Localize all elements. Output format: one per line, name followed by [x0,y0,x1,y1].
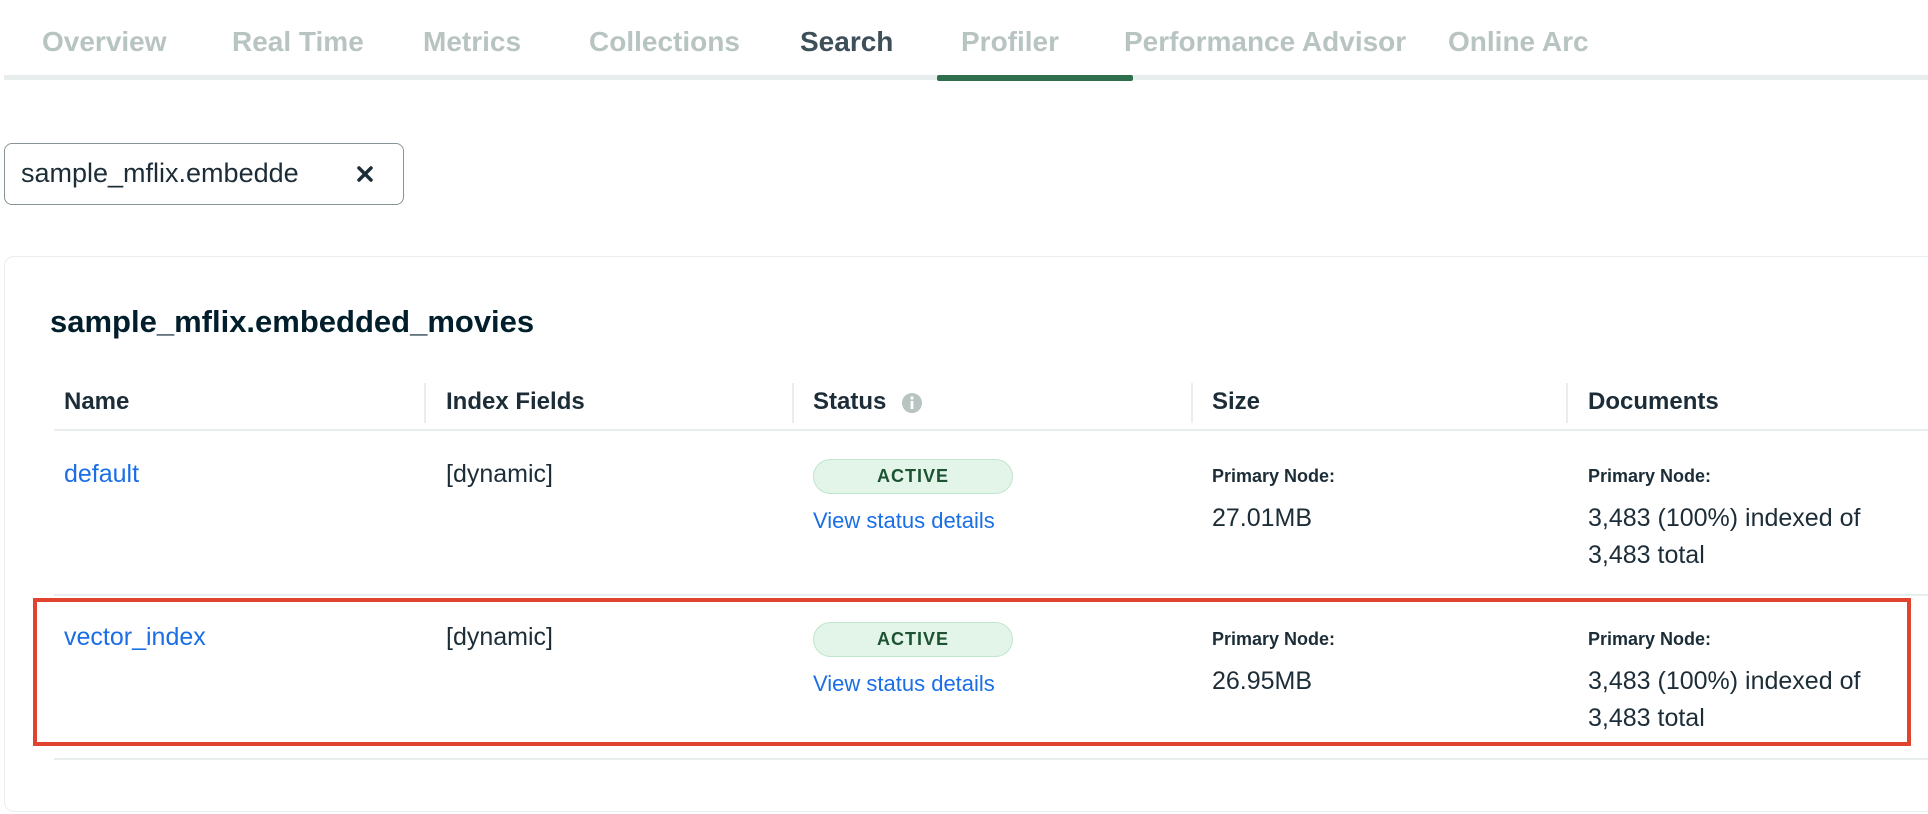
info-circle-icon[interactable] [901,392,923,414]
active-tab-indicator [937,75,1133,81]
tab-search[interactable]: Search [800,26,893,58]
tab-performance-advisor[interactable]: Performance Advisor [1124,26,1406,58]
close-icon[interactable] [353,162,377,186]
column-divider [1191,383,1193,423]
size-primary-node-label: Primary Node: [1212,466,1336,486]
row-divider [54,594,1928,596]
tab-real-time[interactable]: Real Time [232,26,364,58]
documents-value: 3,483 (100%) indexed of 3,483 total [1588,504,1861,569]
column-header-size: Size [1212,388,1261,415]
column-divider [424,383,426,423]
tab-collections[interactable]: Collections [589,26,740,58]
tab-profiler[interactable]: Profiler [961,26,1059,58]
table-header-border [54,429,1928,431]
tab-online-archive[interactable]: Online Arc [1448,26,1589,58]
index-name-link[interactable]: default [64,460,139,489]
tab-bar: Overview Real Time Metrics Collections S… [4,0,1928,80]
column-header-index-fields: Index Fields [446,388,585,415]
highlight-box [33,598,1911,746]
column-divider [792,383,794,423]
documents-primary-node-label: Primary Node: [1588,466,1712,486]
view-status-details-link[interactable]: View status details [813,508,995,534]
search-indexes-page: Overview Real Time Metrics Collections S… [0,0,1928,814]
size-value: 27.01MB [1212,504,1313,532]
column-header-name: Name [64,388,130,415]
column-divider [1566,383,1568,423]
tab-metrics[interactable]: Metrics [423,26,521,58]
index-fields-value: [dynamic] [446,460,553,488]
tab-overview[interactable]: Overview [42,26,167,58]
status-badge: ACTIVE [813,459,1013,494]
namespace-filter-chip[interactable]: sample_mflix.embedde [4,143,404,205]
collection-title: sample_mflix.embedded_movies [50,304,535,339]
row-divider [54,758,1928,760]
column-header-documents: Documents [1588,388,1719,415]
namespace-filter-value: sample_mflix.embedde [21,158,299,188]
column-header-status: Status [813,388,887,415]
